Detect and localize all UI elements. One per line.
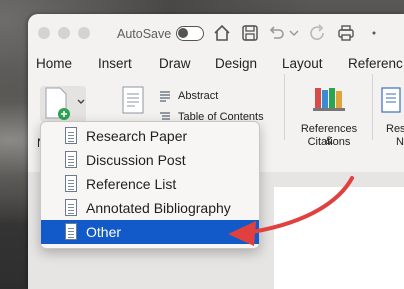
redo-icon[interactable] — [308, 23, 328, 43]
document-icon — [65, 199, 77, 216]
zoom-window-button[interactable] — [78, 27, 90, 39]
menu-item-label: Annotated Bibliography — [86, 200, 231, 216]
close-window-button[interactable] — [38, 27, 50, 39]
tab-insert[interactable]: Insert — [98, 56, 132, 71]
tab-draw[interactable]: Draw — [159, 56, 191, 71]
new-document-icon — [45, 87, 85, 120]
toggle-knob — [178, 28, 188, 38]
menu-item-discussion-post[interactable]: Discussion Post — [41, 148, 259, 172]
template-dropdown-menu: Research Paper Discussion Post Reference… — [40, 121, 260, 249]
minimize-window-button[interactable] — [58, 27, 70, 39]
title-bar: AutoSave — [28, 14, 404, 54]
menu-item-annotated-bibliography[interactable]: Annotated Bibliography — [41, 196, 259, 220]
menu-item-research-paper[interactable]: Research Paper — [41, 124, 259, 148]
research-notes-label-1[interactable]: Res — [386, 123, 404, 135]
autosave-label: AutoSave — [117, 27, 172, 41]
menu-item-label: Research Paper — [86, 128, 188, 144]
ribbon-separator — [372, 74, 373, 140]
document-page[interactable] — [274, 187, 404, 289]
tab-home[interactable]: Home — [36, 56, 72, 71]
document-icon — [65, 223, 77, 240]
research-notes-icon — [381, 87, 401, 113]
document-icon — [65, 127, 77, 144]
menu-item-label: Discussion Post — [86, 152, 186, 168]
menu-item-label: Other — [86, 224, 122, 240]
ribbon-separator — [284, 74, 285, 140]
abstract-icon — [160, 91, 170, 102]
document-outline-icon — [122, 86, 144, 114]
research-notes-label-2[interactable]: N — [396, 136, 404, 148]
autosave-toggle[interactable] — [176, 26, 204, 41]
abstract-button[interactable]: Abstract — [178, 90, 218, 102]
home-icon[interactable] — [212, 23, 232, 43]
tab-layout[interactable]: Layout — [282, 56, 323, 71]
document-icon — [65, 175, 77, 192]
save-icon[interactable] — [240, 23, 260, 43]
undo-icon[interactable] — [266, 23, 286, 43]
menu-item-other[interactable]: Other — [41, 220, 259, 244]
books-icon — [313, 88, 345, 111]
document-icon — [65, 151, 77, 168]
tab-design[interactable]: Design — [215, 56, 257, 71]
print-icon[interactable] — [336, 23, 356, 43]
references-citations-label-2[interactable]: Citations — [296, 136, 362, 148]
more-toolbar-icon[interactable] — [364, 23, 384, 43]
undo-dropdown-chevron-icon[interactable] — [284, 23, 304, 43]
menu-item-reference-list[interactable]: Reference List — [41, 172, 259, 196]
template-button[interactable] — [40, 86, 86, 122]
menu-item-label: Reference List — [86, 176, 177, 192]
ribbon-tabs: Home Insert Draw Design Layout Referenc — [28, 56, 404, 82]
tab-references[interactable]: Referenc — [348, 56, 403, 71]
